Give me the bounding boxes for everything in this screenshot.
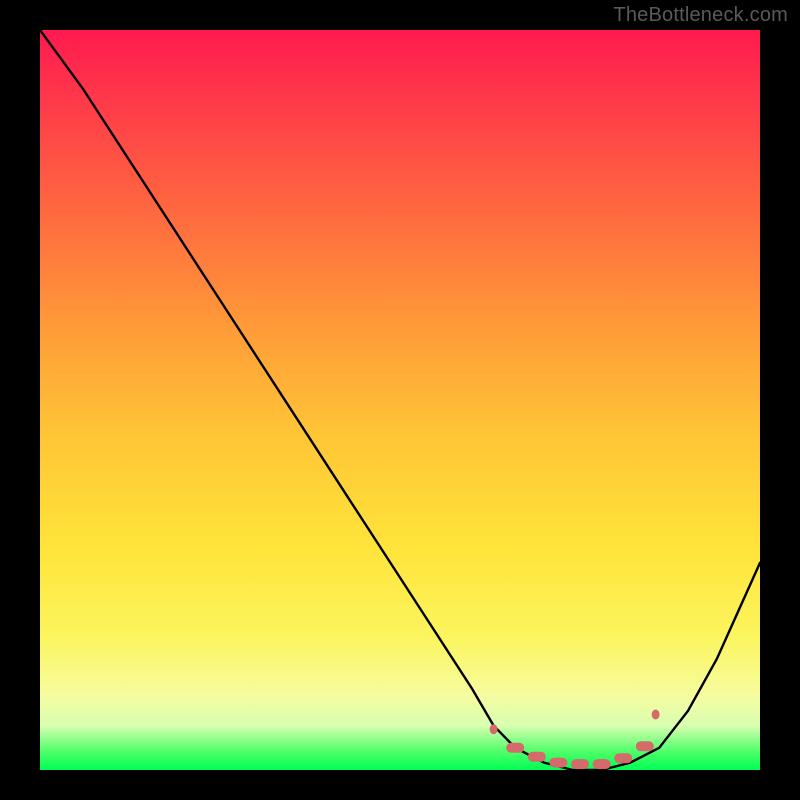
highlight-marker bbox=[652, 710, 660, 720]
highlight-marker bbox=[490, 724, 498, 734]
highlight-marker bbox=[528, 752, 546, 762]
highlight-marker bbox=[614, 753, 632, 763]
curve-svg bbox=[40, 30, 760, 770]
watermark-text: TheBottleneck.com bbox=[613, 4, 788, 27]
highlight-marker bbox=[571, 759, 589, 769]
chart-frame: TheBottleneck.com bbox=[0, 0, 800, 800]
plot-area bbox=[40, 30, 760, 770]
highlight-marker bbox=[593, 759, 611, 769]
highlight-marker bbox=[636, 741, 654, 751]
highlight-marker bbox=[506, 743, 524, 753]
highlight-marker bbox=[549, 758, 567, 768]
bottleneck-curve bbox=[40, 30, 760, 770]
